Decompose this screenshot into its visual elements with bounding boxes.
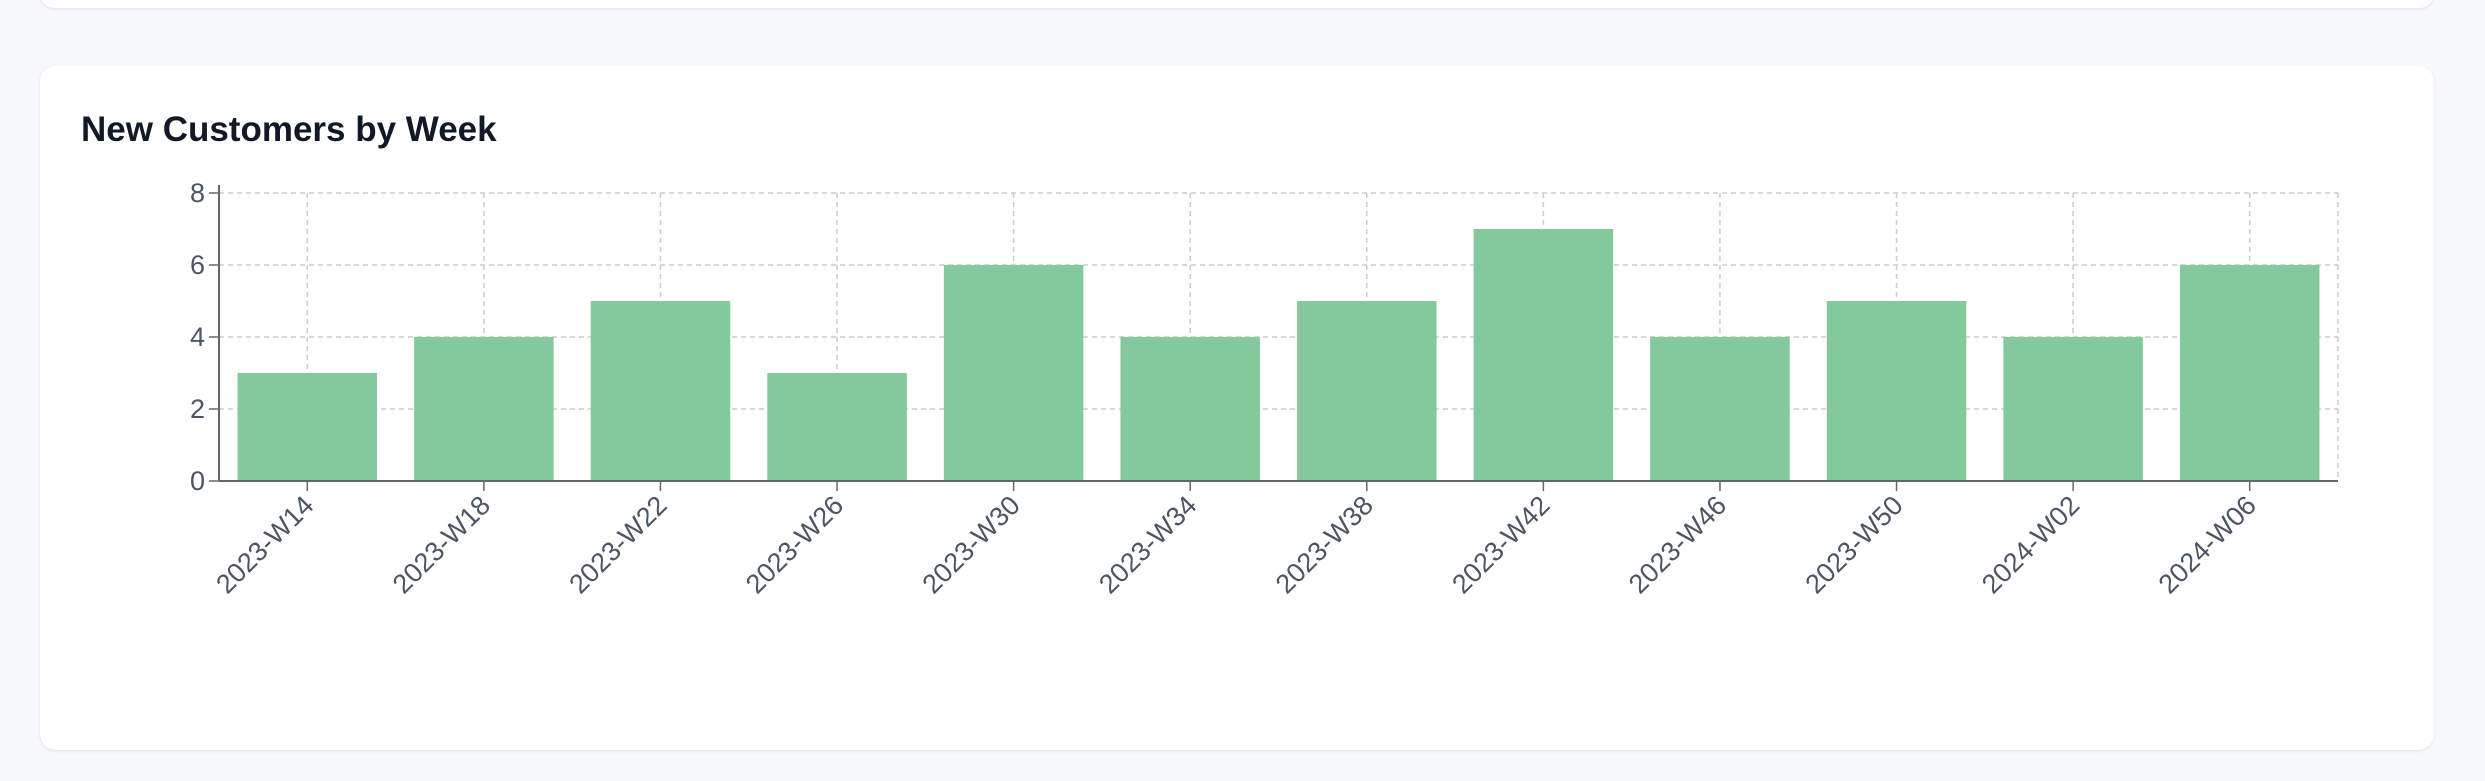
x-tick-label: 2023-W30 <box>917 490 1026 599</box>
x-tick-label: 2023-W22 <box>563 490 672 599</box>
x-tick-label: 2023-W18 <box>387 490 496 599</box>
bar <box>237 373 378 481</box>
bars <box>237 229 2320 481</box>
x-tick-label: 2023-W46 <box>1623 490 1732 599</box>
bar <box>1120 337 1260 481</box>
bar <box>943 265 1084 481</box>
bar <box>1473 229 1614 481</box>
bar <box>590 301 731 481</box>
y-tick-label: 6 <box>190 250 205 280</box>
x-tick-label: 2023-W50 <box>1799 490 1908 599</box>
y-tick-label: 8 <box>190 178 205 208</box>
y-tick-label: 0 <box>190 466 205 496</box>
x-tick-label: 2024-W02 <box>1976 490 2085 599</box>
bar <box>1297 301 1437 481</box>
bar <box>414 337 554 481</box>
bar <box>2179 265 2320 481</box>
x-tick-label: 2023-W34 <box>1093 490 1202 599</box>
bar <box>1650 337 1790 481</box>
chart-card: New Customers by Week 0 2 4 6 8 2023-W14 2023-… <box>40 66 2434 750</box>
bar <box>1826 301 1967 481</box>
bar <box>2003 337 2143 481</box>
x-tick-label: 2023-W14 <box>210 490 319 599</box>
x-tick-label: 2024-W06 <box>2153 490 2262 599</box>
x-tick-label: 2023-W26 <box>740 490 849 599</box>
x-tick-label: 2023-W42 <box>1446 490 1555 599</box>
bar <box>767 373 907 481</box>
x-tick-label: 2023-W38 <box>1270 490 1379 599</box>
y-tick-label: 4 <box>190 322 205 352</box>
previous-card <box>40 0 2434 8</box>
bar-chart: 0 2 4 6 8 2023-W14 2023-W18 2023-W22 2023-W26 202… <box>190 178 2339 599</box>
y-tick-label: 2 <box>190 394 205 424</box>
